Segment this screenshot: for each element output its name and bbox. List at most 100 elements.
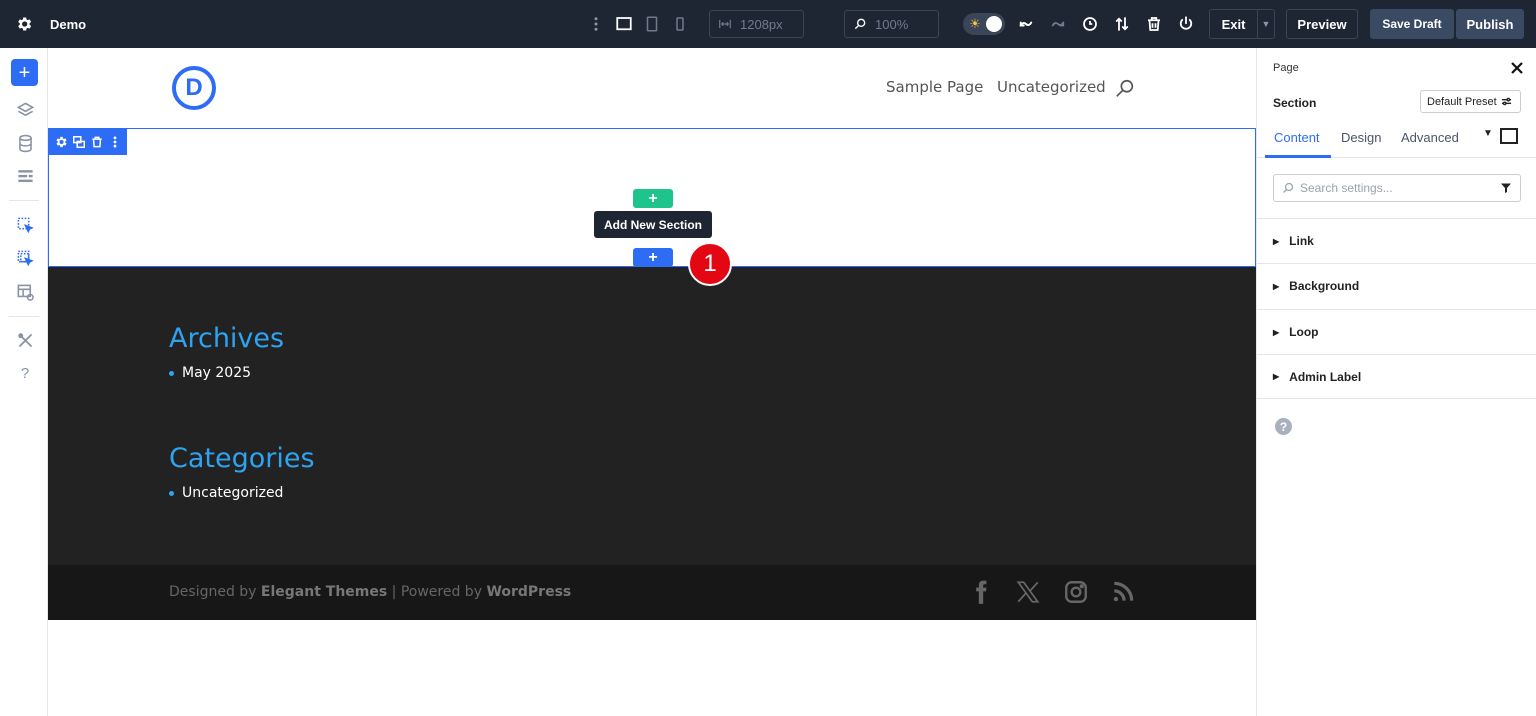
settings-panel: Page Section Default Preset Content Desi… xyxy=(1256,48,1536,716)
tools-icon[interactable] xyxy=(12,327,38,353)
section-more-vertical-icon[interactable] xyxy=(108,134,123,151)
tab-design[interactable]: Design xyxy=(1341,130,1381,145)
zoom-value: 100% xyxy=(875,16,909,32)
save-draft-button[interactable]: Save Draft xyxy=(1370,9,1454,39)
exit-button[interactable]: Exit xyxy=(1209,9,1257,39)
publish-button[interactable]: Publish xyxy=(1456,9,1524,39)
site-header: D Sample Page Uncategorized xyxy=(48,48,1256,128)
section-delete-trash-icon[interactable] xyxy=(90,134,105,151)
tablet-view-icon[interactable] xyxy=(640,12,664,36)
help-circle-icon[interactable]: ? xyxy=(1275,418,1292,435)
search-icon[interactable] xyxy=(1114,78,1136,100)
group-loop[interactable]: ▶ Loop xyxy=(1257,309,1536,354)
group-label: Background xyxy=(1289,279,1360,293)
canvas-width-field[interactable]: 1208px xyxy=(709,10,804,38)
tab-overflow-caret-icon[interactable]: ▼ xyxy=(1483,128,1493,139)
group-label: Loop xyxy=(1289,325,1319,339)
preset-label: Default Preset xyxy=(1427,95,1497,108)
settings-gear-icon[interactable] xyxy=(12,12,36,36)
section-settings-gear-icon[interactable] xyxy=(53,134,68,151)
redo-icon[interactable] xyxy=(1046,12,1070,36)
footer-credits: Designed by Elegant Themes | Powered by … xyxy=(169,584,571,600)
credits-platform-link[interactable]: WordPress xyxy=(486,584,571,600)
widget-title-categories: Categories xyxy=(169,443,315,474)
zoom-search-icon xyxy=(854,18,866,30)
x-icon[interactable] xyxy=(1015,579,1041,605)
sidebar-divider xyxy=(9,200,39,201)
page-title: Demo xyxy=(50,16,87,32)
footer-bottom-bar: Designed by Elegant Themes | Powered by … xyxy=(48,565,1256,620)
active-tab-indicator xyxy=(1265,155,1331,158)
more-vertical-icon[interactable] xyxy=(584,12,608,36)
settings-search-input[interactable] xyxy=(1300,181,1490,195)
layers-icon[interactable] xyxy=(12,97,38,123)
database-icon[interactable] xyxy=(12,130,38,156)
caret-right-icon: ▶ xyxy=(1273,372,1280,381)
phone-view-icon[interactable] xyxy=(668,12,692,36)
builder-canvas: D Sample Page Uncategorized + Add New Se… xyxy=(48,48,1256,716)
rss-icon[interactable] xyxy=(1110,579,1136,605)
help-question-icon[interactable]: ? xyxy=(12,360,38,386)
selected-section[interactable]: + Add New Section + 1 xyxy=(48,128,1256,286)
add-new-section-button[interactable]: + xyxy=(633,248,673,267)
footer-widgets-area: Archives May 2025 Categories Uncategoriz… xyxy=(48,267,1256,565)
caret-right-icon: ▶ xyxy=(1273,281,1280,291)
close-icon[interactable] xyxy=(1509,60,1525,76)
step-number-badge: 1 xyxy=(688,242,732,286)
sun-icon: ☀ xyxy=(969,16,981,31)
bullet-dot xyxy=(169,370,174,376)
widget-title-archives: Archives xyxy=(169,323,285,354)
caret-right-icon: ▶ xyxy=(1273,327,1280,337)
group-label: Admin Label xyxy=(1289,369,1362,384)
section-toolbar xyxy=(49,129,127,155)
light-dark-toggle[interactable]: ☀ xyxy=(963,13,1005,35)
preset-dropdown[interactable]: Default Preset xyxy=(1420,90,1521,113)
power-icon[interactable] xyxy=(1174,12,1198,36)
history-clock-icon[interactable] xyxy=(1078,12,1102,36)
list-item[interactable]: Uncategorized xyxy=(169,485,283,501)
add-new-section-tooltip: Add New Section xyxy=(594,211,712,238)
site-logo[interactable]: D xyxy=(172,66,216,110)
facebook-icon[interactable] xyxy=(968,579,994,605)
responsive-view-icon[interactable] xyxy=(1500,128,1518,147)
undo-icon[interactable] xyxy=(1014,12,1038,36)
instagram-icon[interactable] xyxy=(1063,579,1089,605)
credits-brand-link[interactable]: Elegant Themes xyxy=(261,584,387,600)
page-settings-icon[interactable] xyxy=(12,163,38,189)
width-arrows-icon xyxy=(719,19,731,29)
multi-select-icon[interactable] xyxy=(12,245,38,271)
zoom-field[interactable]: 100% xyxy=(844,10,939,38)
section-duplicate-icon[interactable] xyxy=(71,134,86,151)
group-admin-label[interactable]: ▶ Admin Label xyxy=(1257,354,1536,399)
left-sidebar: + ? xyxy=(0,48,48,716)
tab-advanced[interactable]: Advanced xyxy=(1401,130,1459,145)
search-icon xyxy=(1283,182,1294,193)
canvas-width-value: 1208px xyxy=(740,16,783,32)
preview-button[interactable]: Preview xyxy=(1286,9,1358,39)
sidebar-divider xyxy=(9,316,39,317)
toggle-knob xyxy=(986,16,1002,32)
credits-middle: | Powered by xyxy=(387,584,487,600)
layout-preview-icon[interactable] xyxy=(12,279,38,305)
category-link[interactable]: Uncategorized xyxy=(182,485,283,501)
desktop-view-icon[interactable] xyxy=(612,12,636,36)
nav-link-sample-page[interactable]: Sample Page xyxy=(886,78,983,96)
add-module-button[interactable]: + xyxy=(11,59,38,86)
list-item[interactable]: May 2025 xyxy=(169,365,251,381)
sliders-icon xyxy=(1501,97,1511,106)
select-element-icon[interactable] xyxy=(12,212,38,238)
portability-arrows-icon[interactable] xyxy=(1110,12,1134,36)
add-row-button[interactable]: + xyxy=(633,189,673,208)
archive-link[interactable]: May 2025 xyxy=(182,365,251,381)
settings-search[interactable] xyxy=(1273,174,1521,202)
tab-content[interactable]: Content xyxy=(1274,130,1320,145)
filter-icon[interactable] xyxy=(1500,182,1512,194)
exit-dropdown-chevron-icon[interactable]: ▼ xyxy=(1257,9,1275,39)
nav-link-uncategorized[interactable]: Uncategorized xyxy=(997,78,1106,96)
group-link[interactable]: ▶ Link xyxy=(1257,218,1536,263)
credits-prefix: Designed by xyxy=(169,584,261,600)
panel-title: Section xyxy=(1273,96,1317,110)
group-background[interactable]: ▶ Background xyxy=(1257,263,1536,308)
panel-breadcrumb[interactable]: Page xyxy=(1273,62,1299,74)
trash-icon[interactable] xyxy=(1142,12,1166,36)
